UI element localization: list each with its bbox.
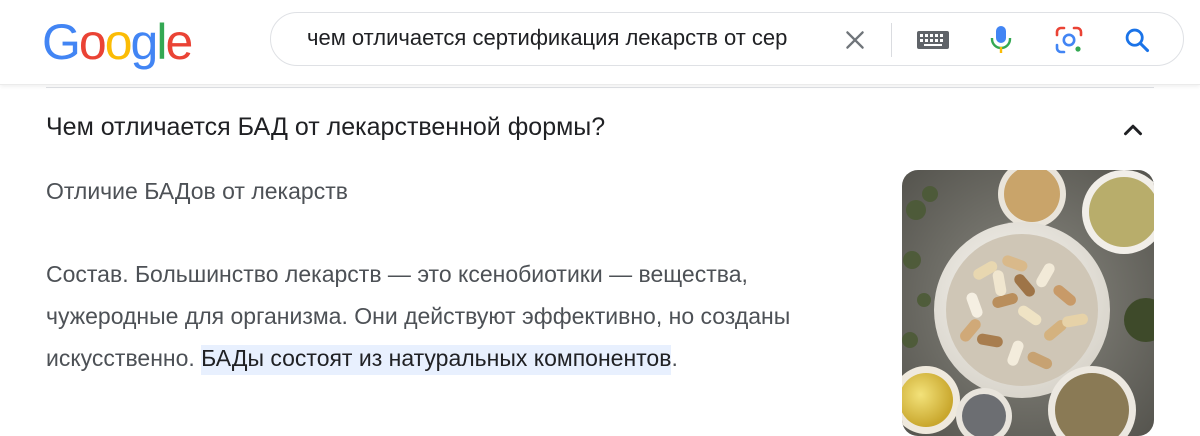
search-input[interactable]: чем отличается сертификация лекарств от … xyxy=(307,25,817,55)
keyboard-icon xyxy=(917,31,949,49)
lens-icon xyxy=(1055,26,1083,54)
logo-letter: G xyxy=(42,14,81,70)
close-icon xyxy=(846,31,864,49)
search-box: чем отличается сертификация лекарств от … xyxy=(270,12,1184,66)
answer-text: Состав. Большинство лекарств — это ксено… xyxy=(46,253,886,379)
logo-letter: l xyxy=(156,14,167,70)
search-icon xyxy=(1125,28,1150,53)
logo-letter: e xyxy=(165,14,193,70)
search-button[interactable] xyxy=(1119,22,1155,58)
image-search-button[interactable] xyxy=(1051,22,1087,58)
google-logo[interactable]: Google xyxy=(42,14,193,70)
keyboard-button[interactable] xyxy=(915,22,951,58)
answer-thumbnail[interactable] xyxy=(902,170,1154,436)
accordion-panel: Чем отличается БАД от лекарственной форм… xyxy=(0,85,1200,436)
herbal-supplements-image xyxy=(902,170,1154,436)
answer-end: . xyxy=(671,345,678,371)
voice-search-button[interactable] xyxy=(983,22,1019,58)
logo-letter: o xyxy=(78,14,107,70)
search-divider xyxy=(891,23,892,57)
collapse-button[interactable] xyxy=(1118,115,1148,145)
microphone-icon xyxy=(990,26,1012,53)
answer-subheading: Отличие БАДов от лекарств xyxy=(46,178,348,204)
clear-button[interactable] xyxy=(837,22,873,58)
search-header: Google чем отличается сертификация лекар… xyxy=(0,0,1200,85)
answer-highlight: БАДы состоят из натуральных компонентов xyxy=(201,345,672,375)
accordion-question[interactable]: Чем отличается БАД от лекарственной форм… xyxy=(46,113,605,142)
divider xyxy=(46,87,1154,88)
chevron-up-icon xyxy=(1124,124,1142,136)
logo-letter: g xyxy=(130,14,159,70)
logo-letter: o xyxy=(104,14,133,70)
